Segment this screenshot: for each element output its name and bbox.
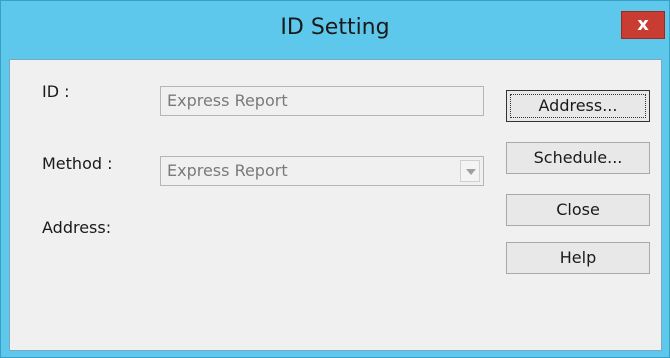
- close-icon[interactable]: x: [621, 11, 665, 39]
- dialog-body: ID : Express Report Method : Express Rep…: [9, 59, 662, 351]
- method-select-value: Express Report: [167, 161, 288, 180]
- address-label: Address:: [42, 218, 112, 237]
- address-button-label: Address...: [538, 96, 618, 115]
- help-button[interactable]: Help: [506, 242, 650, 274]
- window-title: ID Setting: [280, 15, 390, 40]
- address-button[interactable]: Address...: [506, 90, 650, 122]
- schedule-button[interactable]: Schedule...: [506, 142, 650, 174]
- close-button-label: Close: [556, 200, 600, 219]
- id-label: ID :: [42, 82, 70, 101]
- method-label: Method :: [42, 154, 113, 173]
- method-select[interactable]: Express Report: [160, 156, 484, 186]
- help-button-label: Help: [559, 248, 597, 267]
- id-field[interactable]: Express Report: [160, 86, 484, 116]
- id-setting-dialog: ID Setting x ID : Express Report Method …: [0, 0, 670, 358]
- title-bar[interactable]: ID Setting x: [1, 1, 669, 59]
- close-button[interactable]: Close: [506, 194, 650, 226]
- schedule-button-label: Schedule...: [533, 148, 623, 167]
- chevron-down-icon[interactable]: [460, 160, 480, 182]
